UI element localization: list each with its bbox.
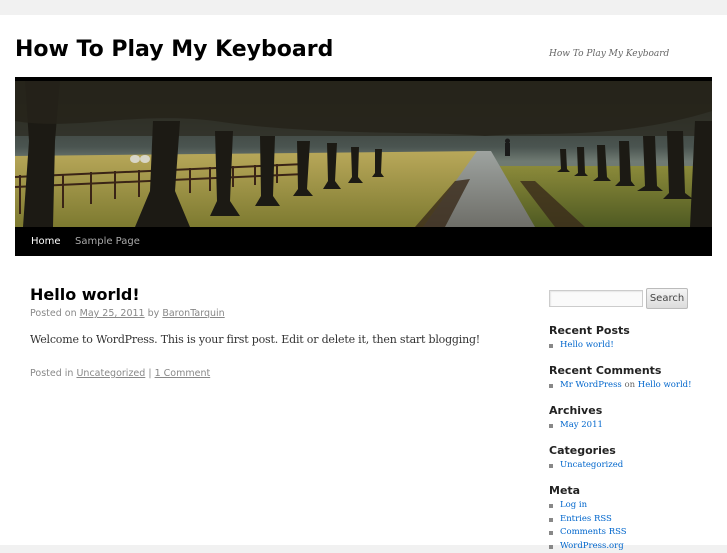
- main-navigation: Home Sample Page: [15, 227, 712, 256]
- page-wrapper: How To Play My Keyboard How To Play My K…: [0, 15, 727, 545]
- site-title[interactable]: How To Play My Keyboard: [15, 36, 333, 64]
- post-date-link[interactable]: May 25, 2011: [80, 308, 145, 319]
- post-title-link[interactable]: Hello world!: [30, 285, 140, 304]
- bullet-icon: [549, 531, 553, 535]
- header-photo-icon: [15, 81, 712, 227]
- list-item: Comments RSS: [549, 526, 627, 540]
- meta-by: by: [148, 308, 160, 319]
- list-item: WordPress.org: [549, 540, 627, 553]
- list-item: Log in: [549, 499, 627, 513]
- post-author-link[interactable]: BaronTarquin: [162, 308, 224, 319]
- meta-entries-rss-link[interactable]: Entries RSS: [560, 514, 612, 524]
- header-image: [15, 77, 712, 227]
- widget-title-recent-comments: Recent Comments: [549, 364, 661, 377]
- meta-comments-rss-link[interactable]: Comments RSS: [560, 527, 627, 537]
- bullet-icon: [549, 344, 553, 348]
- nav-item-sample-page[interactable]: Sample Page: [75, 227, 140, 256]
- categories-list: Uncategorized: [549, 459, 623, 473]
- meta-login-link[interactable]: Log in: [560, 500, 587, 510]
- bullet-icon: [549, 384, 553, 388]
- widget-title-recent-posts: Recent Posts: [549, 324, 630, 337]
- comment-on-text: on: [625, 380, 636, 390]
- bullet-icon: [549, 504, 553, 508]
- comment-author-link[interactable]: Mr WordPress: [560, 380, 622, 390]
- utility-prefix: Posted in: [30, 368, 73, 379]
- archive-link[interactable]: May 2011: [560, 420, 603, 430]
- comment-post-link[interactable]: Hello world!: [638, 380, 692, 390]
- list-item: Entries RSS: [549, 513, 627, 527]
- post-content: Welcome to WordPress. This is your first…: [30, 333, 480, 346]
- bullet-icon: [549, 424, 553, 428]
- meta-prefix: Posted on: [30, 308, 77, 319]
- post-category-link[interactable]: Uncategorized: [76, 368, 145, 379]
- search-button[interactable]: Search: [646, 288, 688, 309]
- widget-title-categories: Categories: [549, 444, 616, 457]
- list-item: Hello world!: [549, 339, 614, 353]
- archives-list: May 2011: [549, 419, 603, 433]
- bullet-icon: [549, 464, 553, 468]
- bullet-icon: [549, 518, 553, 522]
- list-item: May 2011: [549, 419, 603, 433]
- category-link[interactable]: Uncategorized: [560, 460, 623, 470]
- site-description: How To Play My Keyboard: [549, 49, 669, 59]
- list-item: Uncategorized: [549, 459, 623, 473]
- search-input[interactable]: [549, 290, 643, 307]
- nav-item-home[interactable]: Home: [31, 227, 61, 256]
- widget-title-archives: Archives: [549, 404, 602, 417]
- post-utility: Posted in Uncategorized | 1 Comment: [30, 368, 210, 379]
- recent-post-link[interactable]: Hello world!: [560, 340, 614, 350]
- meta-wordpress-org-link[interactable]: WordPress.org: [560, 541, 624, 551]
- recent-posts-list: Hello world!: [549, 339, 614, 353]
- post-meta: Posted on May 25, 2011 by BaronTarquin: [30, 308, 225, 319]
- list-item: Mr WordPress on Hello world!: [549, 379, 692, 393]
- post-comments-link[interactable]: 1 Comment: [155, 368, 211, 379]
- bullet-icon: [549, 545, 553, 549]
- recent-comments-list: Mr WordPress on Hello world!: [549, 379, 692, 393]
- widget-title-meta: Meta: [549, 484, 580, 497]
- post-title[interactable]: Hello world!: [30, 285, 140, 305]
- utility-separator: |: [148, 368, 151, 379]
